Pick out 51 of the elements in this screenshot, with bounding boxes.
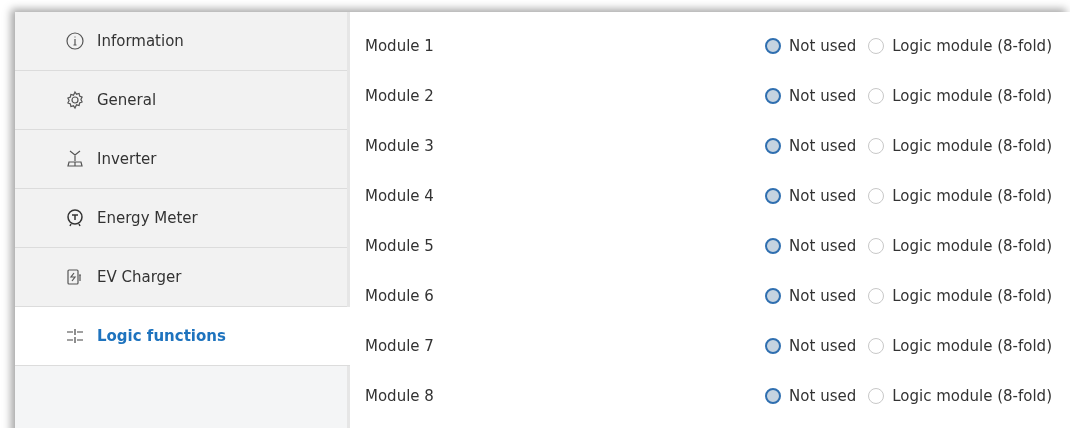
module-label: Module 7 [365, 337, 434, 355]
radio-button[interactable] [765, 238, 782, 254]
radio-option[interactable]: Not used [765, 137, 857, 155]
radio-option[interactable]: Logic module (8-fold) [868, 337, 1052, 355]
radio-button[interactable] [765, 38, 782, 54]
module-label: Module 5 [365, 237, 434, 255]
radio-button[interactable] [868, 288, 885, 304]
sidebar-item[interactable]: Logic functions [15, 307, 350, 366]
radio-option[interactable]: Not used [765, 37, 857, 55]
radio-button[interactable] [765, 388, 782, 404]
radio-button[interactable] [868, 88, 885, 104]
radio-button[interactable] [868, 338, 885, 354]
sidebar-item[interactable]: Inverter [15, 130, 347, 189]
radio-option[interactable]: Logic module (8-fold) [868, 37, 1052, 55]
radio-option[interactable]: Logic module (8-fold) [868, 87, 1052, 105]
module-label: Module 1 [365, 37, 434, 55]
radio-button[interactable] [765, 338, 782, 354]
sidebar-item[interactable]: Information [15, 12, 347, 71]
radio-button[interactable] [868, 138, 885, 154]
radio-button[interactable] [868, 188, 885, 204]
radio-option[interactable]: Not used [765, 237, 857, 255]
radio-button[interactable] [765, 288, 782, 304]
radio-button[interactable] [765, 138, 782, 154]
radio-option[interactable]: Logic module (8-fold) [868, 137, 1052, 155]
sliders-icon [65, 326, 85, 346]
radio-option[interactable]: Logic module (8-fold) [868, 287, 1052, 305]
module-label: Module 3 [365, 137, 434, 155]
radio-button[interactable] [868, 388, 885, 404]
sidebar-item[interactable]: Energy Meter [15, 189, 347, 248]
module-label: Module 2 [365, 87, 434, 105]
radio-button[interactable] [765, 188, 782, 204]
radio-option[interactable]: Not used [765, 387, 857, 405]
radio-option[interactable]: Not used [765, 337, 857, 355]
settings-icon [65, 90, 85, 110]
module-label: Module 8 [365, 387, 434, 405]
sidebar-item[interactable]: General [15, 71, 347, 130]
radio-option[interactable]: Not used [765, 187, 857, 205]
radio-button[interactable] [868, 38, 885, 54]
module-label: Module 4 [365, 187, 434, 205]
radio-option[interactable]: Logic module (8-fold) [868, 387, 1052, 405]
info-icon [65, 31, 85, 51]
solar-panel-icon [65, 149, 85, 169]
sidebar-item[interactable]: EV Charger [15, 248, 347, 307]
radio-button[interactable] [868, 238, 885, 254]
radio-option[interactable]: Not used [765, 87, 857, 105]
meter-icon [65, 208, 85, 228]
radio-option[interactable]: Logic module (8-fold) [868, 187, 1052, 205]
radio-option[interactable]: Not used [765, 287, 857, 305]
radio-button[interactable] [765, 88, 782, 104]
radio-option[interactable]: Logic module (8-fold) [868, 237, 1052, 255]
module-label: Module 6 [365, 287, 434, 305]
